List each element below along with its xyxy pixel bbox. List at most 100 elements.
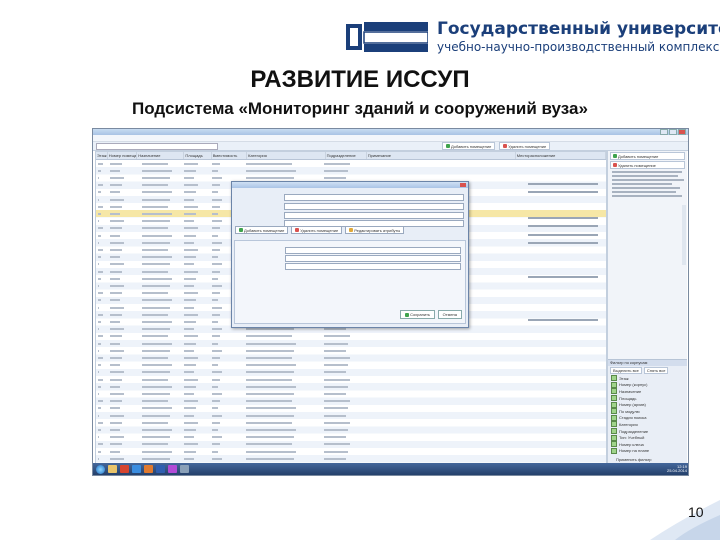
table-row[interactable]: [96, 448, 606, 455]
filter-item[interactable]: Назначение: [608, 388, 687, 395]
remove-icon: [503, 144, 508, 148]
dialog-add-button[interactable]: Добавить помещение: [235, 226, 289, 234]
media-icon[interactable]: [120, 465, 129, 473]
table-row[interactable]: [96, 376, 606, 383]
filter-item[interactable]: Площадь: [608, 395, 687, 402]
filter-item[interactable]: Этаж: [608, 375, 687, 382]
grid-col[interactable]: Этаж: [96, 152, 108, 159]
filter-item[interactable]: Номер (корпус): [608, 381, 687, 389]
checkbox-icon[interactable]: [611, 388, 617, 395]
dialog-titlebar: [232, 182, 468, 188]
checkbox-icon[interactable]: [611, 441, 617, 448]
grid-col[interactable]: Вместимость: [212, 152, 248, 159]
checkbox-icon[interactable]: [611, 428, 617, 435]
dialog-save-button[interactable]: Сохранить: [400, 310, 435, 319]
filter-item[interactable]: Номер на плане: [608, 447, 687, 455]
grid-col[interactable]: Месторасположение: [516, 152, 606, 159]
dialog-select[interactable]: [284, 211, 464, 219]
dialog-remove-button[interactable]: Удалить помещение: [291, 226, 343, 234]
panel-add-button[interactable]: Добавить помещение: [610, 152, 685, 160]
system-clock[interactable]: 12:19 25.04.2014: [667, 464, 687, 474]
filter-item-label: Категория: [619, 421, 638, 427]
deselect-all-button[interactable]: Снять все: [643, 367, 669, 374]
grid-col[interactable]: Назначение: [137, 152, 185, 159]
dialog-input[interactable]: [284, 193, 464, 201]
add-room-label: Добавить помещение: [451, 143, 492, 149]
grid-col[interactable]: Площадь: [184, 152, 212, 159]
add-room-button[interactable]: Добавить помещение: [442, 142, 496, 150]
table-row[interactable]: [96, 362, 606, 369]
checkbox-icon[interactable]: [611, 421, 617, 428]
dialog-input[interactable]: [285, 246, 461, 254]
app-window-icon[interactable]: [180, 465, 189, 473]
table-row[interactable]: [96, 441, 606, 448]
table-row[interactable]: [96, 398, 606, 405]
checkbox-icon[interactable]: [611, 414, 617, 421]
table-row[interactable]: [96, 405, 606, 412]
table-row[interactable]: [96, 455, 606, 462]
table-row[interactable]: [96, 419, 606, 426]
filter-item-label: По модулю: [619, 408, 640, 414]
building-select[interactable]: [96, 142, 218, 150]
checkbox-icon[interactable]: [611, 447, 617, 454]
filter-item[interactable]: Стадия поиска: [608, 414, 687, 422]
dialog-add-label: Добавить помещение: [244, 227, 285, 233]
university-title: Государственный университет –: [437, 19, 720, 39]
app-icon[interactable]: [168, 465, 177, 473]
table-row[interactable]: [96, 426, 606, 433]
filter-tools: Выделить все Снять все: [608, 366, 687, 375]
table-row[interactable]: [96, 434, 606, 441]
dialog-select[interactable]: [285, 262, 461, 270]
browser-icon[interactable]: [132, 465, 141, 473]
table-row[interactable]: [96, 167, 606, 174]
table-row[interactable]: [96, 160, 606, 167]
checkbox-icon[interactable]: [611, 408, 617, 415]
dialog-edit-button[interactable]: Редактировать атрибуты: [345, 226, 405, 234]
table-row[interactable]: [96, 354, 606, 361]
apply-filter-button[interactable]: Применить фильтр: [616, 457, 651, 462]
table-row[interactable]: [96, 383, 606, 390]
taskbar: 12:19 25.04.2014: [93, 463, 688, 475]
checkbox-icon[interactable]: [611, 395, 617, 402]
filter-item-label: Этаж: [619, 375, 629, 381]
select-all-button[interactable]: Выделить все: [610, 367, 642, 374]
dialog-close-icon[interactable]: [460, 183, 466, 187]
dialog-field-row: [236, 202, 464, 210]
table-row[interactable]: [96, 340, 606, 347]
word-icon[interactable]: [156, 465, 165, 473]
dialog-cancel-button[interactable]: Отмена: [437, 310, 462, 319]
dialog-field-row: [237, 254, 461, 262]
grid-col[interactable]: Подразделение: [326, 152, 367, 159]
maximize-icon[interactable]: [669, 129, 677, 135]
grid-col[interactable]: Примечание: [367, 152, 516, 159]
panel-remove-button[interactable]: Удалить помещение: [610, 161, 685, 169]
close-icon[interactable]: [678, 129, 686, 135]
table-row[interactable]: [96, 347, 606, 354]
checkbox-icon[interactable]: [611, 375, 617, 382]
filter-item-label: Номер ключа: [619, 441, 644, 447]
filter-item[interactable]: Номер (архив): [608, 401, 687, 408]
firefox-icon[interactable]: [144, 465, 153, 473]
grid-col[interactable]: Номер помещения: [108, 152, 138, 159]
checkbox-icon[interactable]: [611, 434, 617, 441]
remove-room-button[interactable]: Удалить помещение: [499, 142, 551, 150]
filter-item[interactable]: По модулю: [608, 408, 687, 415]
table-row[interactable]: [96, 412, 606, 419]
menu-bar: [93, 135, 688, 142]
table-row[interactable]: [96, 390, 606, 397]
filter-item[interactable]: Подразделение: [608, 428, 687, 435]
grid-col[interactable]: Категория: [247, 152, 326, 159]
checkbox-icon[interactable]: [611, 381, 617, 388]
dialog-input[interactable]: [284, 202, 464, 210]
dialog-input[interactable]: [285, 254, 461, 262]
filter-item[interactable]: Номер ключа: [608, 441, 687, 448]
panel-scrollbar[interactable]: [682, 205, 686, 265]
panel-description: [612, 171, 684, 197]
folder-icon[interactable]: [108, 465, 117, 473]
filter-item[interactable]: Категория: [608, 421, 687, 428]
filter-item[interactable]: Тип: Учебный: [608, 434, 687, 441]
table-row[interactable]: [96, 369, 606, 376]
minimize-icon[interactable]: [660, 129, 668, 135]
checkbox-icon[interactable]: [611, 401, 617, 408]
start-icon[interactable]: [96, 464, 105, 474]
